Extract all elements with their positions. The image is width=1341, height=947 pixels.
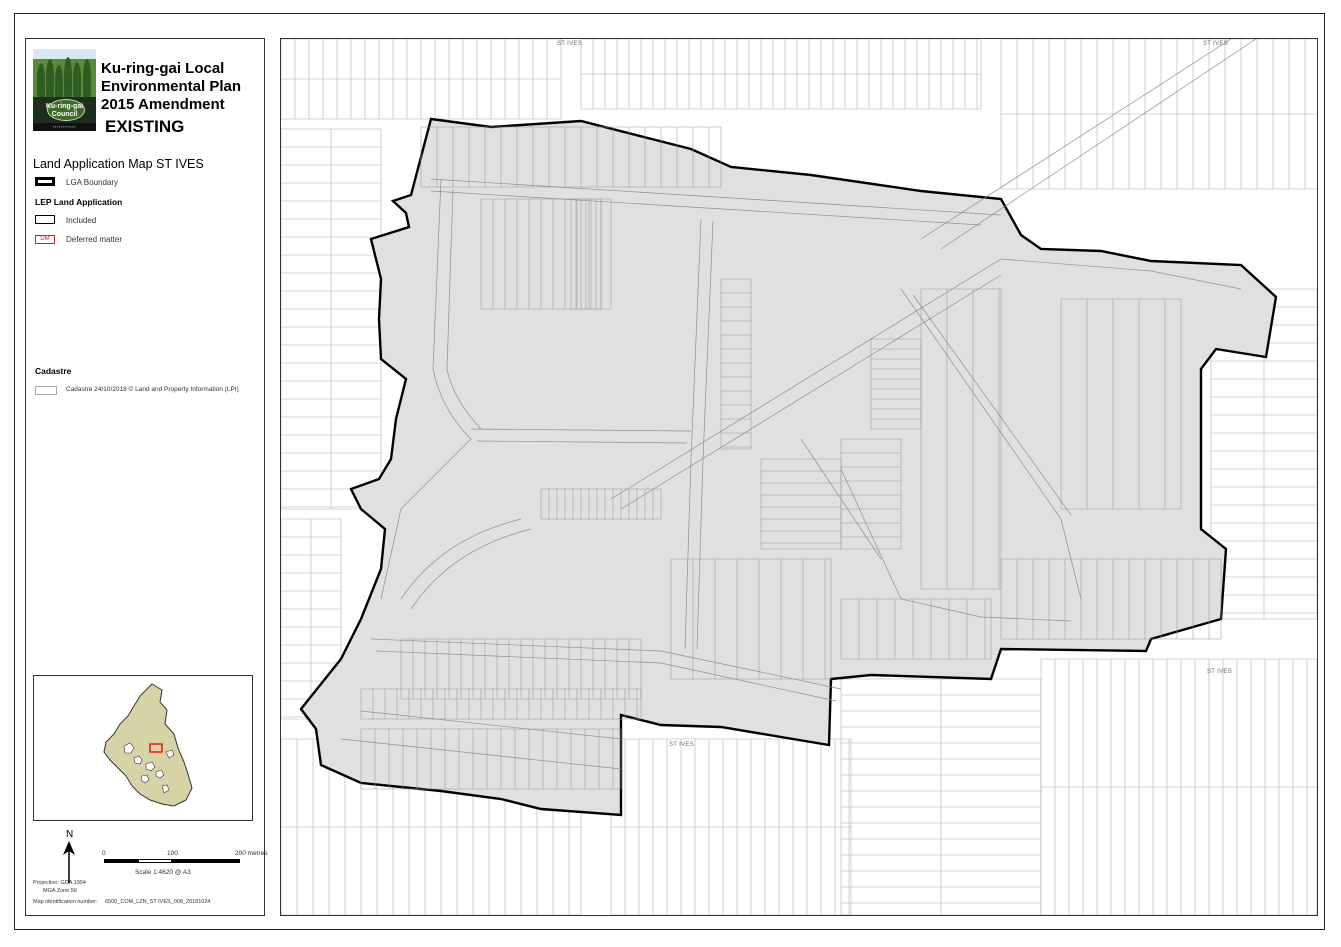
plan-title: Ku-ring-gai Local Environmental Plan 201… — [101, 60, 261, 114]
suburb-label-bottom-right: ST IVES — [1207, 669, 1232, 675]
scale-bar-seg1 — [104, 859, 138, 863]
logo-strip: ▪▪▪▪▪▪▪▪▪▪▪▪ — [33, 123, 96, 131]
inset-svg — [103, 683, 193, 807]
scale-bar-seg3 — [172, 859, 240, 863]
map-panel: ST IVES ST IVES ST IVES ST IVES — [280, 38, 1318, 916]
map-id-label: Map identification number: — [33, 899, 98, 905]
lga-area-shape — [299, 117, 1278, 817]
map-title: Land Application Map ST IVES — [33, 157, 204, 171]
cadastre-section-title: Cadastre — [35, 366, 72, 376]
lep-section-title: LEP Land Application — [35, 197, 123, 207]
plan-title-line3: 2015 Amendment — [101, 96, 225, 113]
logo-text-line1: Ku-ring-gai — [45, 103, 84, 110]
scale-tick-100: 100 — [167, 850, 178, 857]
inset-location-map — [33, 675, 253, 821]
lga-boundary-swatch — [35, 177, 55, 186]
map-id-value: 6500_COM_LZN_ST IVES_008_20181024 — [105, 899, 211, 905]
suburb-label-top-left: ST IVES — [557, 41, 582, 47]
plan-title-line1: Ku-ring-gai Local — [101, 60, 225, 77]
included-label: Included — [66, 216, 97, 225]
scale-tick-200: 200 metres — [235, 850, 268, 857]
plan-title-line2: Environmental Plan — [101, 78, 242, 95]
plan-status: EXISTING — [105, 117, 185, 136]
suburb-label-top-right: ST IVES — [1203, 41, 1228, 47]
projection-line1: Projection: GDA 1994 — [33, 880, 86, 886]
deferred-label: Deferred matter — [66, 235, 123, 244]
scale-bar-seg2 — [138, 859, 172, 863]
projection-line2: MGA Zone 56 — [43, 888, 77, 894]
lga-boundary-label: LGA Boundary — [66, 178, 119, 187]
suburb-label-bottom-mid: ST IVES — [669, 742, 694, 748]
map-id: Map identification number: 6500_COM_LZN_… — [33, 899, 210, 905]
deferred-swatch: DM — [35, 235, 55, 244]
included-swatch — [35, 215, 55, 224]
cadastre-label: Cadastre 24/10/2018 © Land and Property … — [66, 386, 239, 393]
inset-lga-shape — [103, 683, 193, 807]
cadastre-swatch — [35, 386, 57, 395]
legend-panel: Ku-ring-gai Council ▪▪▪▪▪▪▪▪▪▪▪▪ Ku-ring… — [25, 38, 268, 916]
scale-tick-0: 0 — [102, 850, 106, 857]
scale-text: Scale 1:4620 @ A3 — [135, 869, 191, 876]
north-letter: N — [66, 829, 74, 840]
logo-text-line2: Council — [51, 111, 78, 118]
council-logo: Ku-ring-gai Council ▪▪▪▪▪▪▪▪▪▪▪▪ — [33, 49, 96, 131]
map-svg — [281, 39, 1317, 915]
road-edge — [920, 39, 1232, 240]
north-arrow-icon — [63, 841, 75, 883]
